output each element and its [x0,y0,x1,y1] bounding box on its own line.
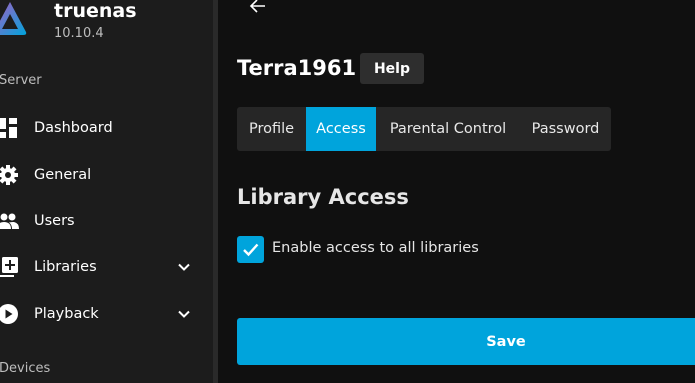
sidebar-item-libraries[interactable]: Libraries [0,247,213,287]
arrow-left-icon[interactable] [248,0,268,16]
sidebar-item-dashboard[interactable]: Dashboard [0,108,213,148]
checkbox-label: Enable access to all libraries [272,240,479,256]
enable-all-libraries-checkbox[interactable] [237,236,264,263]
sidebar-item-label: General [34,167,92,183]
sidebar-item-general[interactable]: General [0,155,213,195]
section-title-devices: Devices [0,361,51,376]
dashboard-icon [0,117,19,139]
checkmark-icon [243,243,259,257]
people-icon [0,210,19,232]
sidebar: truenas 10.10.4 Server Dashboard General… [0,0,213,383]
app-window: truenas 10.10.4 Server Dashboard General… [0,0,695,383]
server-brand[interactable]: truenas 10.10.4 [0,0,213,60]
tab-profile[interactable]: Profile [237,107,306,151]
sidebar-item-label: Libraries [34,259,97,275]
sidebar-item-label: Dashboard [34,120,113,136]
sidebar-item-playback[interactable]: Playback [0,294,213,334]
library-add-icon [0,256,19,278]
sidebar-item-users[interactable]: Users [0,201,213,241]
user-tabs: Profile Access Parental Control Password [237,107,611,151]
sidebar-item-label: Playback [34,306,99,322]
section-title-server: Server [0,73,42,88]
server-name: truenas [54,0,137,22]
jellyfin-logo-icon [0,2,27,35]
tab-access[interactable]: Access [306,107,376,151]
main-content: Terra1961 Help Profile Access Parental C… [218,0,695,383]
tab-password[interactable]: Password [520,107,611,151]
page-title: Terra1961 [237,56,357,80]
sidebar-item-label: Users [34,213,75,229]
gear-icon [0,164,19,186]
save-button[interactable]: Save [237,318,695,365]
enable-all-libraries-option[interactable]: Enable access to all libraries [237,236,537,264]
play-circle-icon [0,303,19,325]
tab-parental-control[interactable]: Parental Control [376,107,520,151]
chevron-down-icon[interactable] [176,259,192,275]
help-button[interactable]: Help [360,53,424,84]
chevron-down-icon[interactable] [176,306,192,322]
library-access-heading: Library Access [237,185,409,209]
server-version: 10.10.4 [54,26,104,41]
